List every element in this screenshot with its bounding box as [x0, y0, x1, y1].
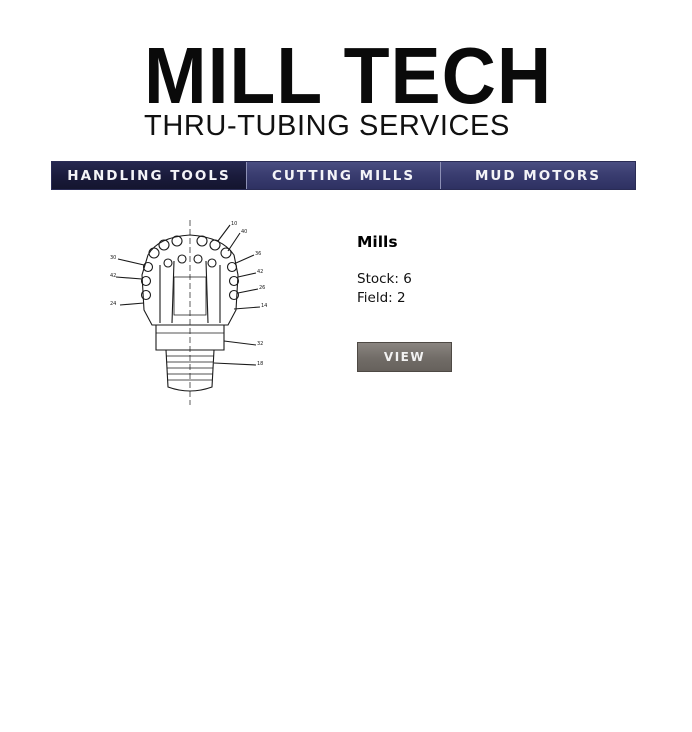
svg-text:42: 42 — [110, 273, 116, 279]
svg-text:40: 40 — [241, 229, 247, 235]
stock-count: Stock: 6 — [357, 271, 412, 287]
field-count: Field: 2 — [357, 290, 406, 306]
product-title: Mills — [357, 233, 398, 251]
svg-text:24: 24 — [110, 301, 116, 307]
svg-text:10: 10 — [231, 221, 237, 227]
nav-item-mud-motors[interactable]: MUD MOTORS — [441, 162, 635, 189]
mill-bit-drawing-icon: 10 40 36 42 26 14 32 18 30 42 24 — [110, 220, 267, 405]
nav-item-handling-tools[interactable]: HANDLING TOOLS — [52, 162, 247, 189]
svg-text:32: 32 — [257, 341, 263, 347]
svg-text:36: 36 — [255, 251, 261, 257]
svg-text:30: 30 — [110, 255, 116, 261]
nav-item-cutting-mills[interactable]: CUTTING MILLS — [247, 162, 441, 189]
main-nav: HANDLING TOOLS CUTTING MILLS MUD MOTORS — [51, 161, 636, 190]
svg-text:26: 26 — [259, 285, 265, 291]
logo-title: MILL TECH — [144, 31, 553, 120]
svg-text:14: 14 — [261, 303, 267, 309]
svg-text:18: 18 — [257, 361, 263, 367]
logo-subtitle: THRU-TUBING SERVICES — [144, 110, 510, 142]
view-button[interactable]: VIEW — [357, 342, 452, 372]
svg-text:42: 42 — [257, 269, 263, 275]
